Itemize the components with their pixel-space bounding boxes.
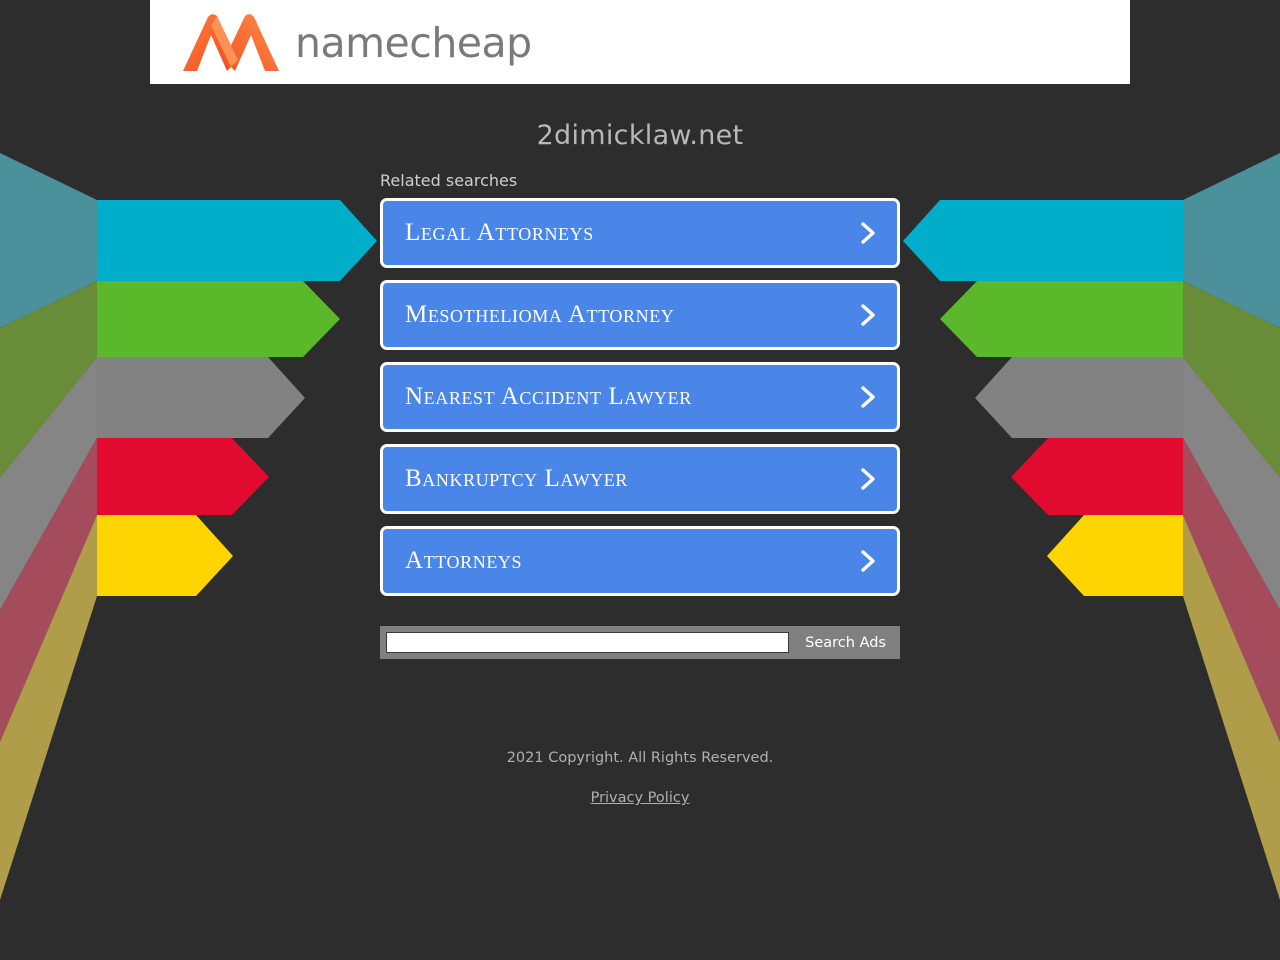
search-ads-button[interactable]: Search Ads	[797, 631, 894, 654]
related-searches-list: Legal Attorneys Mesothelioma Attorney Ne…	[380, 198, 900, 596]
search-ads-bar: Search Ads	[380, 626, 900, 659]
main-content: 2dimicklaw.net Related searches Legal At…	[0, 84, 1280, 659]
namecheap-logo-icon	[183, 14, 279, 72]
related-search-link-1[interactable]: Legal Attorneys	[380, 198, 900, 268]
footer: 2021 Copyright. All Rights Reserved. Pri…	[0, 750, 1280, 807]
related-search-label: Bankruptcy Lawyer	[405, 465, 628, 492]
center-column: Related searches Legal Attorneys Mesothe…	[380, 151, 900, 659]
related-search-link-4[interactable]: Bankruptcy Lawyer	[380, 444, 900, 514]
chevron-right-icon	[861, 468, 875, 490]
related-search-label: Legal Attorneys	[405, 219, 594, 246]
related-search-link-3[interactable]: Nearest Accident Lawyer	[380, 362, 900, 432]
chevron-right-icon	[861, 222, 875, 244]
chevron-right-icon	[861, 550, 875, 572]
related-search-label: Nearest Accident Lawyer	[405, 383, 692, 410]
related-search-link-2[interactable]: Mesothelioma Attorney	[380, 280, 900, 350]
related-search-label: Mesothelioma Attorney	[405, 301, 675, 328]
page-title: 2dimicklaw.net	[536, 120, 744, 151]
privacy-policy-link[interactable]: Privacy Policy	[591, 790, 690, 806]
search-input[interactable]	[386, 632, 790, 653]
chevron-right-icon	[861, 304, 875, 326]
header-bar: namecheap	[150, 0, 1130, 84]
copyright-text: 2021 Copyright. All Rights Reserved.	[506, 750, 774, 766]
chevron-right-icon	[861, 386, 875, 408]
brand-logo[interactable]: namecheap	[175, 12, 532, 74]
related-searches-label: Related searches	[380, 171, 518, 190]
brand-wordmark: namecheap	[295, 18, 532, 67]
related-search-label: Attorneys	[405, 547, 523, 574]
related-search-link-5[interactable]: Attorneys	[380, 526, 900, 596]
